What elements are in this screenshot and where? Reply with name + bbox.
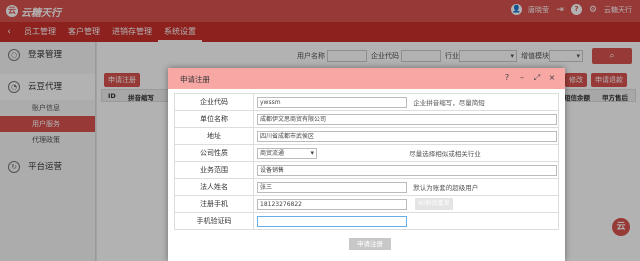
form-row-company-name: 单位名称 成都伊文思商贸有限公司 <box>174 110 559 128</box>
form-row-company-code: 企业代码 ywssm 企业拼音缩写，尽量简短 <box>174 93 559 111</box>
dialog-body: 企业代码 ywssm 企业拼音缩写，尽量简短 单位名称 成都伊文思商贸有限公司 … <box>174 93 559 230</box>
dialog-title: 申请注册 <box>180 75 210 84</box>
resend-code-button[interactable]: 60秒后重发 <box>415 198 453 210</box>
form-row-legal-person: 法人姓名 张三 默认为账套的超级用户 <box>174 178 559 196</box>
minimize-icon[interactable]: – <box>517 73 527 83</box>
form-row-company-type: 公司性质 商贸流通 尽量选择相似或相关行业 <box>174 144 559 162</box>
register-form: 企业代码 ywssm 企业拼音缩写，尽量简短 单位名称 成都伊文思商贸有限公司 … <box>174 93 559 230</box>
company-code-label: 企业代码 <box>174 93 254 111</box>
company-name-label: 单位名称 <box>174 110 254 128</box>
company-type-hint: 尽量选择相似或相关行业 <box>409 150 481 158</box>
sms-code-label: 手机验证码 <box>174 212 254 230</box>
address-label: 地址 <box>174 127 254 145</box>
business-scope-field[interactable]: 设备销售 <box>257 164 557 176</box>
company-code-hint: 企业拼音缩写，尽量简短 <box>413 99 485 107</box>
dialog-header: 申请注册 ? – ⤢ × <box>168 68 565 89</box>
business-scope-label: 业务范围 <box>174 161 254 179</box>
form-row-phone: 注册手机 18123276822 60秒后重发 <box>174 195 559 213</box>
legal-person-hint: 默认为账套的超级用户 <box>413 184 479 192</box>
maximize-icon[interactable]: ⤢ <box>532 73 542 83</box>
company-code-field[interactable]: ywssm <box>257 96 407 108</box>
register-dialog: 申请注册 ? – ⤢ × 企业代码 ywssm 企业拼音缩写，尽量简短 单位名称… <box>168 68 565 261</box>
address-field[interactable]: 四川省成都市武侯区 <box>257 130 557 142</box>
close-icon[interactable]: × <box>547 73 557 83</box>
form-row-sms-code: 手机验证码 <box>174 212 559 230</box>
form-row-business-scope: 业务范围 设备销售 <box>174 161 559 179</box>
company-name-field[interactable]: 成都伊文思商贸有限公司 <box>257 113 557 125</box>
sms-code-field[interactable] <box>257 215 407 227</box>
phone-label: 注册手机 <box>174 195 254 213</box>
company-type-select[interactable]: 商贸流通 <box>257 147 317 159</box>
legal-person-label: 法人姓名 <box>174 178 254 196</box>
legal-person-field[interactable]: 张三 <box>257 181 407 193</box>
form-row-address: 地址 四川省成都市武侯区 <box>174 127 559 145</box>
company-type-label: 公司性质 <box>174 144 254 162</box>
submit-register-button[interactable]: 申请注册 <box>349 238 391 250</box>
dialog-controls: ? – ⤢ × <box>502 73 557 83</box>
help-icon[interactable]: ? <box>502 73 512 83</box>
phone-field[interactable]: 18123276822 <box>257 198 407 210</box>
